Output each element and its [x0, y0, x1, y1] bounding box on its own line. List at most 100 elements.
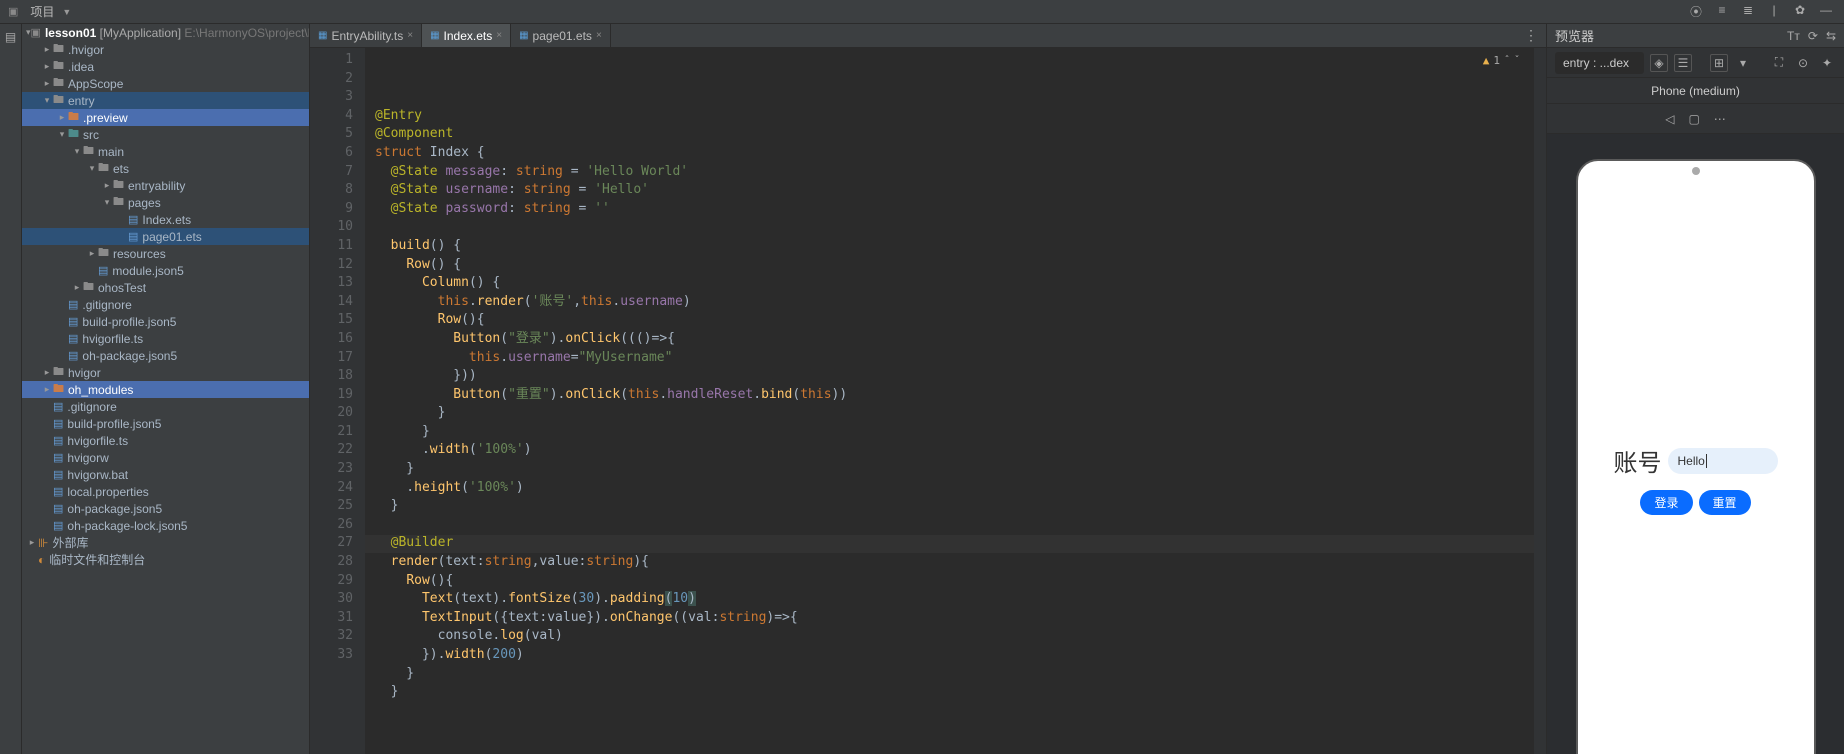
tabs-more-icon[interactable]: ⋮: [1524, 27, 1538, 44]
rotate-icon[interactable]: ▢: [1688, 112, 1699, 126]
tree-item[interactable]: ▸🖿ohosTest: [22, 279, 309, 296]
tree-item[interactable]: ▸🖿resources: [22, 245, 309, 262]
chevron-icon[interactable]: ▾: [86, 163, 98, 174]
zoom-icon[interactable]: ⊙: [1794, 54, 1812, 72]
locate-icon[interactable]: ⦿: [1688, 3, 1704, 20]
phone-text-input[interactable]: Hello: [1668, 448, 1778, 474]
chevron-icon[interactable]: ▸: [101, 180, 113, 191]
settings-icon[interactable]: ⇆: [1826, 29, 1836, 43]
close-tab-icon[interactable]: ×: [407, 30, 413, 41]
tree-item[interactable]: ▸🖿AppScope: [22, 75, 309, 92]
tree-item[interactable]: ▤.gitignore: [22, 398, 309, 415]
tree-item[interactable]: ▸🖿entryability: [22, 177, 309, 194]
tree-item[interactable]: ▤hvigorfile.ts: [22, 432, 309, 449]
grid-icon[interactable]: ⊞: [1710, 54, 1728, 72]
root-name: lesson01: [45, 26, 96, 40]
chevron-icon[interactable]: ▸: [41, 61, 53, 72]
tree-item[interactable]: ▾🖿ets: [22, 160, 309, 177]
chevron-icon[interactable]: ▸: [41, 78, 53, 89]
folder-icon: 🖿: [113, 193, 124, 212]
tree-ext-lib[interactable]: ▸ ⊪ 外部库: [22, 534, 309, 551]
back-icon[interactable]: ◁: [1665, 112, 1674, 126]
phone-login-button[interactable]: 登录: [1640, 490, 1692, 515]
next-highlight-icon[interactable]: ˇ: [1514, 52, 1520, 71]
font-size-icon[interactable]: Tᴛ: [1787, 29, 1800, 43]
refresh-icon[interactable]: ⟳: [1808, 29, 1818, 43]
chevron-icon[interactable]: ▸: [71, 282, 83, 293]
tree-item[interactable]: ▸🖿.idea: [22, 58, 309, 75]
tree-item[interactable]: ▤hvigorw.bat: [22, 466, 309, 483]
tree-item[interactable]: ▸🖿hvigor: [22, 364, 309, 381]
project-dropdown-icon[interactable]: ▼: [62, 7, 71, 17]
error-stripe[interactable]: [1534, 48, 1546, 754]
file-json-icon: ▤: [53, 519, 63, 532]
project-tree[interactable]: ▾ ▣ lesson01 [MyApplication] E:\HarmonyO…: [22, 24, 310, 754]
tree-item[interactable]: ▤module.json5: [22, 262, 309, 279]
tree-item[interactable]: ▤.gitignore: [22, 296, 309, 313]
tree-item[interactable]: ▤Index.ets: [22, 211, 309, 228]
tree-item[interactable]: ▤build-profile.json5: [22, 313, 309, 330]
tree-item[interactable]: ▸🖿.preview: [22, 109, 309, 126]
tree-item[interactable]: ▤oh-package.json5: [22, 347, 309, 364]
tree-temp[interactable]: ◐ 临时文件和控制台: [22, 551, 309, 568]
tree-item[interactable]: ▾🖿entry: [22, 92, 309, 109]
expand-all-icon[interactable]: ≡: [1714, 3, 1730, 20]
more-icon[interactable]: ✦: [1818, 54, 1836, 72]
hide-icon[interactable]: —: [1818, 3, 1834, 20]
tree-item[interactable]: ▤hvigorfile.ts: [22, 330, 309, 347]
phone-reset-button[interactable]: 重置: [1699, 490, 1751, 515]
tree-item[interactable]: ▤hvigorw: [22, 449, 309, 466]
tree-label: oh_modules: [68, 383, 133, 397]
tree-item[interactable]: ▤page01.ets: [22, 228, 309, 245]
layers-icon[interactable]: ☰: [1674, 54, 1692, 72]
chevron-icon[interactable]: ▸: [86, 248, 98, 259]
tree-item[interactable]: ▤local.properties: [22, 483, 309, 500]
chevron-icon[interactable]: ▾: [101, 197, 113, 208]
tree-item[interactable]: ▸🖿oh_modules: [22, 381, 309, 398]
tree-item[interactable]: ▾🖿pages: [22, 194, 309, 211]
folder-icon: 🖿: [83, 142, 94, 161]
file-icon: ▤: [68, 298, 78, 311]
tree-item[interactable]: ▤build-profile.json5: [22, 415, 309, 432]
inspector-icon[interactable]: ◈: [1650, 54, 1668, 72]
chevron-icon[interactable]: ▸: [41, 384, 53, 395]
editor-tab[interactable]: ▦page01.ets×: [511, 24, 611, 47]
collapse-all-icon[interactable]: ≣: [1740, 3, 1756, 20]
project-label[interactable]: 项目: [30, 3, 54, 20]
tree-label: Index.ets: [142, 213, 191, 227]
tree-item[interactable]: ▸🖿.hvigor: [22, 41, 309, 58]
code-body[interactable]: @Entry@Componentstruct Index { @State me…: [365, 48, 1534, 754]
fit-icon[interactable]: ⛶: [1770, 54, 1788, 72]
gutter[interactable]: 1234567891011121314151617181920212223242…: [310, 48, 365, 754]
more-h-icon[interactable]: ⋯: [1714, 112, 1726, 126]
chevron-icon[interactable]: ▾: [71, 146, 83, 157]
chevron-icon[interactable]: ▾: [56, 129, 68, 140]
tree-item[interactable]: ▾🖿src: [22, 126, 309, 143]
chevron-icon[interactable]: ▸: [41, 44, 53, 55]
tree-item[interactable]: ▤oh-package.json5: [22, 500, 309, 517]
dropdown-icon[interactable]: ▾: [1734, 54, 1752, 72]
project-toolbar: ▣ 项目 ▼ ⦿ ≡ ≣ | ✿ —: [0, 0, 1844, 24]
tree-item[interactable]: ▾🖿main: [22, 143, 309, 160]
close-tab-icon[interactable]: ×: [596, 30, 602, 41]
device-selector[interactable]: Phone (medium): [1547, 78, 1844, 104]
structure-icon[interactable]: ▤: [3, 29, 19, 45]
editor-tab[interactable]: ▦Index.ets×: [422, 24, 511, 47]
tree-label: build-profile.json5: [67, 417, 161, 431]
inspection-badge[interactable]: ▲ 1 ˆ ˇ: [1483, 52, 1520, 71]
file-json-icon: ▤: [98, 264, 108, 277]
editor-tab[interactable]: ▦EntryAbility.ts×: [310, 24, 422, 47]
preview-breadcrumb[interactable]: entry : ...dex: [1555, 52, 1644, 74]
tree-root[interactable]: ▾ ▣ lesson01 [MyApplication] E:\HarmonyO…: [22, 24, 309, 41]
close-tab-icon[interactable]: ×: [496, 30, 502, 41]
chevron-icon[interactable]: ▸: [26, 537, 38, 548]
ets-file-icon: ▦: [519, 30, 528, 41]
tree-item[interactable]: ▤oh-package-lock.json5: [22, 517, 309, 534]
file-icon: ▤: [53, 468, 63, 481]
chevron-icon[interactable]: ▾: [41, 95, 53, 106]
prev-highlight-icon[interactable]: ˆ: [1504, 52, 1510, 71]
chevron-icon[interactable]: ▸: [56, 112, 68, 123]
settings-gear-icon[interactable]: ✿: [1792, 3, 1808, 20]
code-editor[interactable]: 1234567891011121314151617181920212223242…: [310, 48, 1546, 754]
chevron-icon[interactable]: ▸: [41, 367, 53, 378]
